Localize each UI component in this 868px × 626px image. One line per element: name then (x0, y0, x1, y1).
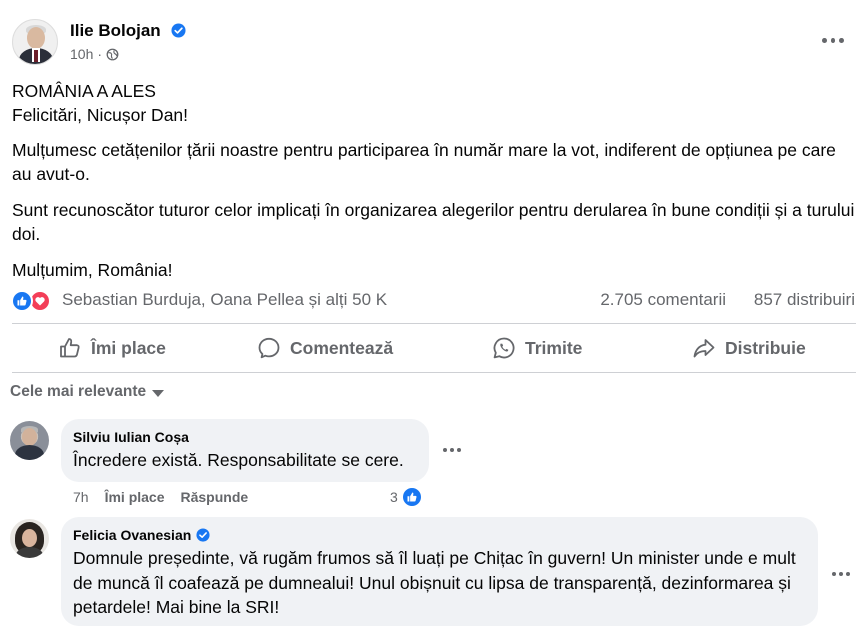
reactions-summary: Sebastian Burduja, Oana Pellea și alți 5… (11, 289, 856, 313)
like-button[interactable]: Îmi place (58, 335, 166, 361)
commenter-avatar[interactable] (10, 421, 49, 460)
globe-icon (106, 48, 119, 60)
post-text-line: Mulțumim, România! (12, 260, 173, 280)
reaction-icons[interactable] (11, 289, 59, 313)
comment-bubble: Silviu Iulian Coșa Încredere există. Res… (61, 419, 429, 482)
comments-count[interactable]: 2.705 comentarii (600, 290, 726, 310)
comment-likes[interactable]: 3 (390, 486, 423, 508)
send-button[interactable]: Trimite (492, 335, 582, 361)
post-text-line: ROMÂNIA A ALES (12, 81, 156, 101)
comment-sort-dropdown[interactable]: Cele mai relevante (10, 383, 165, 401)
comment-button[interactable]: Comentează (257, 335, 393, 361)
post-text-paragraph: Mulțumesc cetățenilor țării noastre pent… (12, 140, 836, 184)
commenter-name-row: Felicia Ovanesian (73, 526, 806, 544)
more-options-button[interactable] (820, 30, 846, 50)
post-meta: 10h · (70, 46, 119, 62)
post-text-line: Felicitări, Nicușor Dan! (12, 105, 189, 125)
commenter-avatar[interactable] (10, 519, 49, 558)
comment-icon (258, 337, 280, 359)
caret-down-icon (152, 389, 165, 397)
comment-more-button[interactable] (441, 443, 463, 457)
post-time[interactable]: 10h (70, 46, 93, 62)
thumbs-up-icon (60, 338, 80, 358)
author-avatar[interactable] (12, 19, 58, 65)
post-card: Ilie Bolojan 10h · ROMÂNIA A ALES Felici… (0, 0, 868, 626)
comment-sort-label: Cele mai relevante (10, 383, 147, 400)
like-reaction-icon (400, 486, 423, 508)
commenter-name[interactable]: Silviu Iulian Coșa (73, 428, 417, 446)
comment-text: Domnule președinte, vă rugăm frumos să î… (73, 548, 796, 617)
author-name[interactable]: Ilie Bolojan (70, 21, 161, 41)
comment-reply-button[interactable]: Răspunde (181, 489, 249, 505)
comment-time[interactable]: 7h (73, 489, 89, 505)
like-reaction-icon (11, 290, 33, 312)
reactions-names[interactable]: Sebastian Burduja, Oana Pellea și alți 5… (62, 290, 387, 310)
commenter-name[interactable]: Felicia Ovanesian (73, 526, 191, 544)
divider (12, 323, 856, 324)
send-button-label: Trimite (525, 337, 583, 358)
share-button-label: Distribuie (725, 337, 806, 358)
share-button[interactable]: Distribuie (692, 335, 806, 361)
comment-actions: 7h Îmi place Răspunde (73, 489, 248, 505)
comment-button-label: Comentează (290, 337, 394, 358)
share-icon (693, 339, 715, 358)
comment-text: Încredere există. Responsabilitate se ce… (73, 450, 404, 470)
divider (12, 372, 856, 373)
whatsapp-icon (493, 337, 515, 359)
verified-badge-icon (171, 23, 186, 38)
comment-like-button[interactable]: Îmi place (105, 489, 165, 505)
comment-likes-count: 3 (390, 489, 398, 505)
comment-bubble: Felicia Ovanesian Domnule președinte, vă… (61, 517, 818, 626)
like-button-label: Îmi place (91, 337, 166, 358)
comment-more-button[interactable] (830, 567, 852, 581)
verified-badge-icon (196, 528, 210, 542)
shares-count[interactable]: 857 distribuiri (754, 290, 855, 310)
post-text-paragraph: Sunt recunoscător tuturor celor implicaț… (12, 200, 855, 244)
